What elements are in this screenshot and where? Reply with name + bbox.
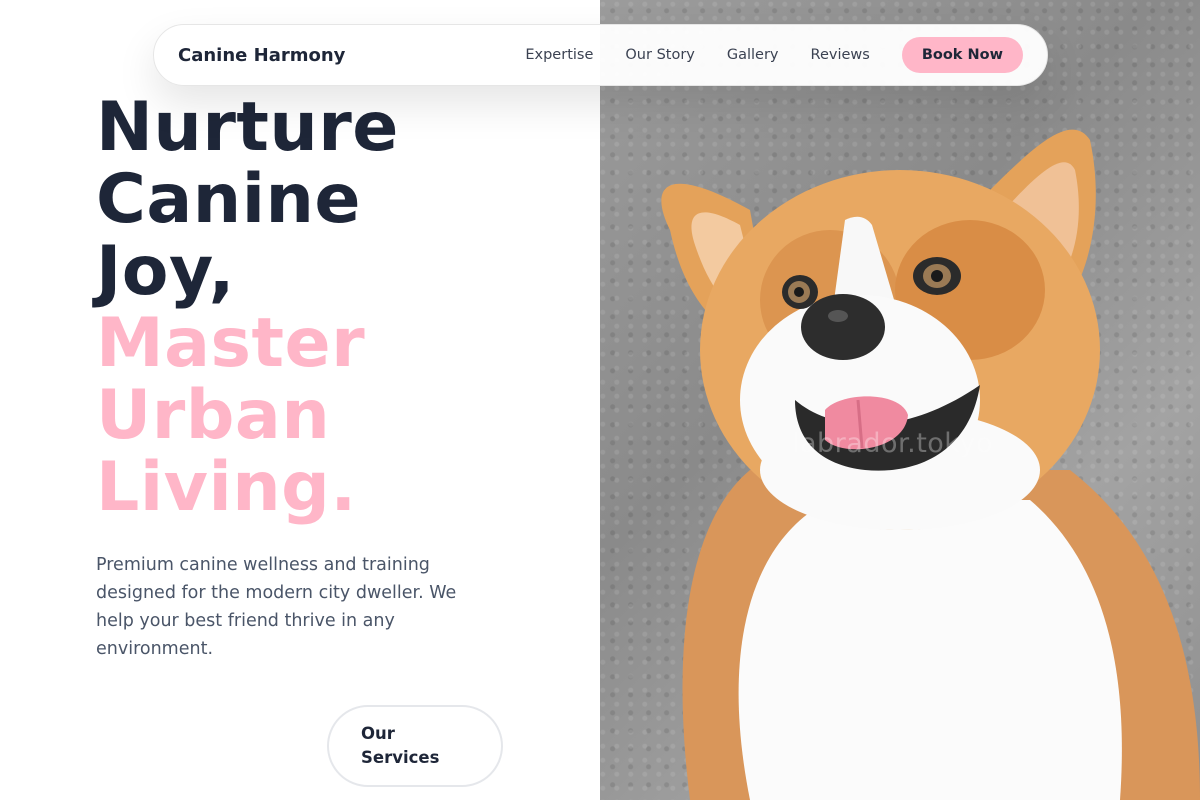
nav-links: Expertise Our Story Gallery Reviews Book… <box>525 37 1023 73</box>
nav-link-expertise[interactable]: Expertise <box>525 47 593 63</box>
photo-watermark: labrador.tokyo <box>792 428 993 459</box>
headline-line: Nurture <box>96 88 399 167</box>
page: labrador.tokyo Canine Harmony Expertise … <box>0 0 1200 800</box>
headline-accent-line: Master <box>96 304 366 383</box>
hero-description: Premium canine wellness and training des… <box>96 555 457 659</box>
book-now-button[interactable]: Book Now <box>901 37 1023 73</box>
brand-logo[interactable]: Canine Harmony <box>178 45 345 66</box>
hero-dog-photo: labrador.tokyo <box>600 0 1200 800</box>
nav-link-gallery[interactable]: Gallery <box>727 47 779 63</box>
top-navbar: Canine Harmony Expertise Our Story Galle… <box>153 24 1048 86</box>
headline-line: Canine <box>96 160 362 239</box>
nav-link-reviews[interactable]: Reviews <box>811 47 870 63</box>
headline-line: Joy, <box>96 232 235 311</box>
corgi-illustration <box>661 129 1200 800</box>
our-services-button[interactable]: Our Services <box>327 705 503 787</box>
our-services-label: Our Services <box>361 724 440 767</box>
headline-accent-line: Urban <box>96 376 331 455</box>
hero-headline: Nurture Canine Joy, Master Urban Living. <box>96 92 399 524</box>
headline-accent-line: Living. <box>96 448 357 527</box>
nav-link-our-story[interactable]: Our Story <box>625 47 694 63</box>
